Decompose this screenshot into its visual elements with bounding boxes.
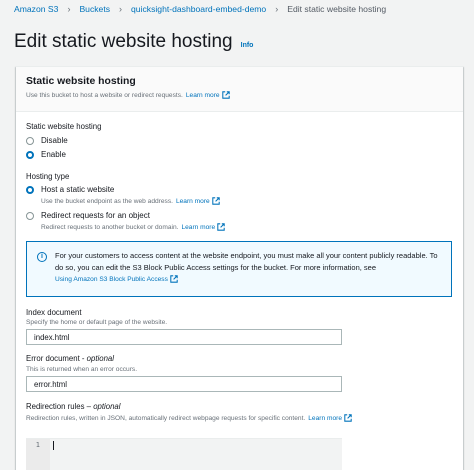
- external-link-icon: [170, 275, 178, 283]
- index-document-label: Index document: [26, 308, 82, 317]
- radio-disable[interactable]: Disable: [26, 136, 68, 145]
- learn-more-label: Learn more: [308, 414, 342, 422]
- external-link-icon: [344, 414, 352, 422]
- learn-more-link[interactable]: Learn more: [308, 414, 352, 422]
- panel-description-text: Use this bucket to host a website or red…: [26, 91, 183, 99]
- optional-tag: optional: [86, 354, 114, 363]
- learn-more-label: Learn more: [181, 223, 216, 231]
- hosting-toggle-label: Static website hosting: [26, 122, 102, 131]
- host-static-description: Use the bucket endpoint as the web addre…: [41, 197, 220, 205]
- breadcrumb-buckets[interactable]: Buckets: [79, 4, 110, 14]
- error-document-description: This is returned when an error occurs.: [26, 366, 138, 373]
- error-document-label: Error document - optional: [26, 354, 114, 363]
- radio-button[interactable]: [26, 136, 34, 145]
- redirection-rules-label-text: Redirection rules: [26, 402, 85, 411]
- optional-tag: optional: [93, 402, 121, 411]
- static-hosting-panel: Static website hosting Use this bucket t…: [16, 66, 463, 470]
- block-public-access-label: Using Amazon S3 Block Public Access: [55, 275, 168, 283]
- radio-host-static[interactable]: Host a static website: [26, 185, 114, 194]
- text-cursor: [53, 441, 54, 450]
- hosting-type-label: Hosting type: [26, 172, 70, 181]
- external-link-icon: [221, 91, 230, 99]
- line-number-gutter: 1: [26, 439, 50, 470]
- chevron-right-icon: ›: [119, 4, 123, 14]
- redirect-description: Redirect requests to another bucket or d…: [41, 223, 225, 231]
- breadcrumb-current: Edit static website hosting: [287, 4, 387, 14]
- breadcrumb-bucket-name[interactable]: quicksight-dashboard-embed-demo: [131, 4, 266, 14]
- radio-host-static-label: Host a static website: [41, 185, 115, 194]
- breadcrumb-amazon-s3[interactable]: Amazon S3: [14, 4, 58, 14]
- chevron-right-icon: ›: [275, 4, 279, 14]
- learn-more-label: Learn more: [175, 197, 210, 205]
- index-document-input[interactable]: index.html: [26, 329, 342, 345]
- radio-button-checked[interactable]: [26, 150, 34, 159]
- host-static-desc-text: Use the bucket endpoint as the web addre…: [41, 197, 173, 205]
- radio-button[interactable]: [26, 211, 34, 220]
- redirection-rules-editor[interactable]: 1: [26, 438, 342, 470]
- page-header: Edit static website hosting Info: [14, 31, 253, 53]
- error-document-label-text: Error document: [26, 354, 80, 363]
- external-link-icon: [211, 197, 220, 205]
- panel-description: Use this bucket to host a website or red…: [26, 91, 453, 99]
- radio-disable-label: Disable: [41, 136, 68, 145]
- learn-more-link[interactable]: Learn more: [186, 91, 230, 99]
- redirect-desc-text: Redirect requests to another bucket or d…: [41, 223, 179, 231]
- radio-button-checked[interactable]: [26, 185, 34, 194]
- chevron-right-icon: ›: [67, 4, 71, 14]
- radio-redirect-label: Redirect requests for an object: [41, 211, 150, 220]
- info-alert: i For your customers to access content a…: [26, 241, 452, 297]
- index-document-description: Specify the home or default page of the …: [26, 319, 168, 326]
- external-link-icon: [217, 223, 225, 231]
- radio-redirect[interactable]: Redirect requests for an object: [26, 211, 150, 220]
- info-link[interactable]: Info: [241, 42, 254, 49]
- error-document-input[interactable]: error.html: [26, 376, 342, 392]
- page-title: Edit static website hosting: [14, 31, 233, 52]
- learn-more-label: Learn more: [185, 91, 220, 99]
- panel-header: Static website hosting Use this bucket t…: [16, 67, 463, 112]
- radio-enable[interactable]: Enable: [26, 150, 66, 159]
- block-public-access-link[interactable]: Using Amazon S3 Block Public Access: [55, 275, 178, 283]
- redirection-rules-description: Redirection rules, written in JSON, auto…: [26, 414, 352, 422]
- learn-more-link[interactable]: Learn more: [176, 197, 220, 205]
- radio-enable-label: Enable: [41, 150, 66, 159]
- redirection-rules-label: Redirection rules – optional: [26, 402, 121, 411]
- panel-title: Static website hosting: [26, 76, 136, 87]
- breadcrumb: Amazon S3 › Buckets › quicksight-dashboa…: [14, 4, 386, 14]
- redirection-rules-desc-text: Redirection rules, written in JSON, auto…: [26, 414, 306, 422]
- learn-more-link[interactable]: Learn more: [181, 223, 225, 231]
- info-icon: i: [37, 252, 47, 262]
- info-alert-text: For your customers to access content at …: [55, 251, 438, 272]
